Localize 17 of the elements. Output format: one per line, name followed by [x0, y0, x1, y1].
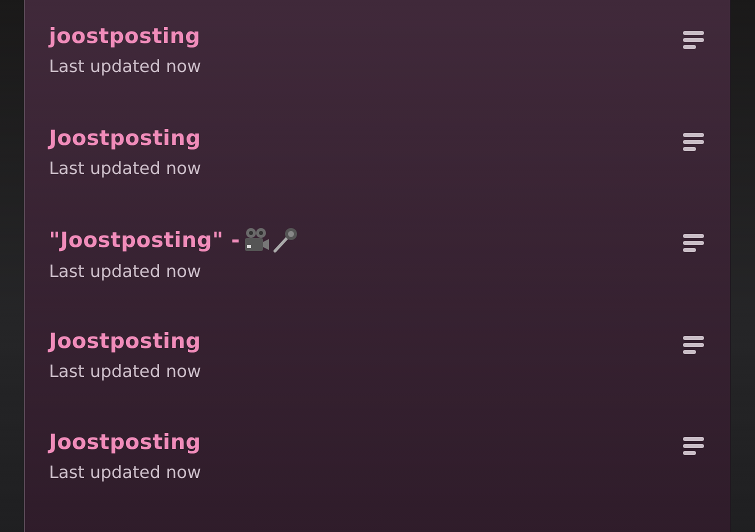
document-title[interactable]: "Joostposting" - [49, 228, 240, 252]
last-updated-text: Last updated now [49, 262, 202, 282]
menu-icon[interactable] [683, 234, 704, 254]
menu-icon[interactable] [683, 336, 704, 355]
last-updated-text: Last updated now [49, 158, 201, 179]
menu-icon[interactable] [683, 31, 704, 50]
microphone-icon [272, 227, 298, 254]
movie-camera-icon [242, 227, 270, 254]
menu-icon[interactable] [683, 437, 704, 456]
document-title[interactable]: Joostposting [49, 328, 201, 353]
last-updated-text: Last updated now [49, 463, 201, 484]
last-updated-text: Last updated now [49, 362, 201, 382]
document-title[interactable]: Joostposting [49, 430, 201, 454]
last-updated-text: Last updated now [49, 57, 201, 77]
document-title[interactable]: Joostposting [49, 126, 201, 150]
document-title[interactable]: joostposting [49, 24, 200, 48]
menu-icon[interactable] [683, 132, 704, 152]
